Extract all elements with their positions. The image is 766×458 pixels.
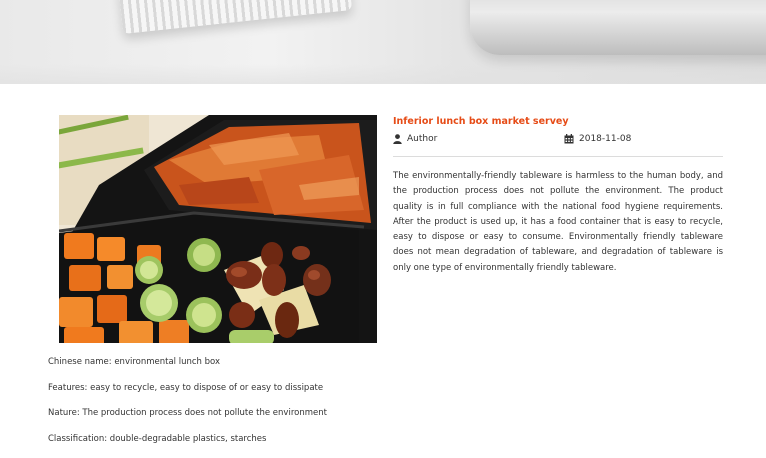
spec-list: Chinese name: environmental lunch box Fe… bbox=[48, 356, 327, 458]
newspaper-graphic bbox=[118, 0, 352, 34]
article-title[interactable]: Inferior lunch box market servey bbox=[393, 116, 569, 127]
divider bbox=[393, 156, 723, 157]
calendar-icon bbox=[564, 134, 574, 144]
article-body: The environmentally-friendly tableware i… bbox=[393, 169, 723, 276]
spec-item-chinese-name: Chinese name: environmental lunch box bbox=[48, 356, 327, 382]
spec-item-classification: Classification: double-degradable plasti… bbox=[48, 433, 327, 458]
spec-item-features: Features: easy to recycle, easy to dispo… bbox=[48, 382, 327, 408]
user-icon bbox=[393, 134, 402, 144]
date-meta: 2018-11-08 bbox=[564, 134, 631, 144]
publish-date: 2018-11-08 bbox=[579, 134, 631, 144]
laptop-graphic bbox=[470, 0, 766, 55]
lunch-box-photo bbox=[59, 115, 377, 343]
banner-image bbox=[0, 0, 766, 84]
author-name: Author bbox=[407, 134, 437, 144]
author-meta: Author bbox=[393, 134, 437, 144]
spec-item-nature: Nature: The production process does not … bbox=[48, 407, 327, 433]
